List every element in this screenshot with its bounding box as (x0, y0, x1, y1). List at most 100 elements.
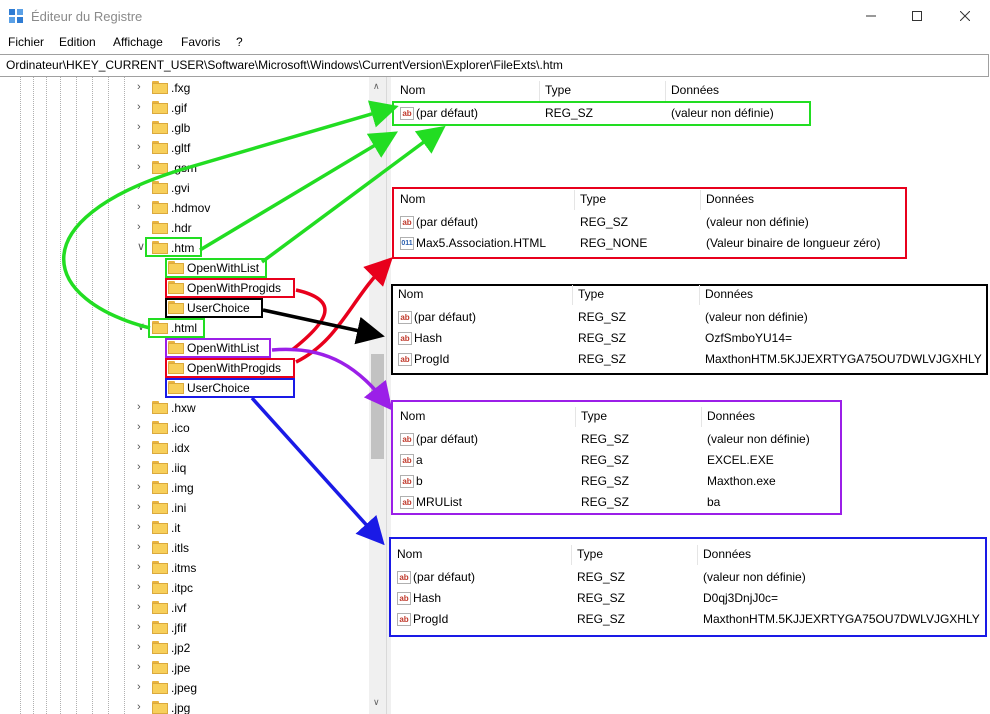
column-header-type[interactable]: Type (581, 409, 607, 423)
value-type[interactable]: REG_SZ (578, 331, 626, 345)
tree-key[interactable]: › .glb (0, 118, 369, 138)
column-header-type[interactable]: Type (545, 83, 571, 97)
column-header-data[interactable]: Données (705, 287, 753, 301)
chevron-right-icon[interactable]: › (137, 521, 147, 533)
tree-key[interactable]: › .itls (0, 538, 369, 558)
chevron-right-icon[interactable]: › (137, 221, 147, 233)
scroll-thumb[interactable] (371, 354, 384, 459)
tree-key[interactable]: › .hdr (0, 218, 369, 238)
chevron-right-icon[interactable]: › (137, 681, 147, 693)
value-name[interactable]: ProgId (414, 352, 449, 366)
chevron-right-icon[interactable]: › (137, 181, 147, 193)
tree-key[interactable]: › .idx (0, 438, 369, 458)
chevron-right-icon[interactable]: › (137, 701, 147, 713)
tree-key[interactable]: › .jpeg (0, 678, 369, 698)
value-data[interactable]: (valeur non définie) (706, 215, 809, 229)
tree-key[interactable]: › .gltf (0, 138, 369, 158)
tree-key[interactable]: › .img (0, 478, 369, 498)
tree-key[interactable]: › .hdmov (0, 198, 369, 218)
chevron-right-icon[interactable]: › (137, 461, 147, 473)
value-name[interactable]: Hash (413, 591, 441, 605)
column-separator[interactable] (700, 190, 701, 210)
column-header-data[interactable]: Données (707, 409, 755, 423)
tree-key[interactable]: › .gvi (0, 178, 369, 198)
tree-key[interactable]: › .it (0, 518, 369, 538)
tree-key[interactable]: › .ivf (0, 598, 369, 618)
value-data[interactable]: (valeur non définie) (703, 570, 806, 584)
chevron-right-icon[interactable]: › (137, 661, 147, 673)
column-header-name[interactable]: Nom (400, 409, 425, 423)
chevron-right-icon[interactable]: › (137, 581, 147, 593)
value-name[interactable]: b (416, 474, 423, 488)
value-data[interactable]: (valeur non définie) (705, 310, 808, 324)
maximize-button[interactable] (894, 0, 940, 32)
tree-key[interactable]: › .jfif (0, 618, 369, 638)
tree-key[interactable]: › .fxg (0, 78, 369, 98)
value-data[interactable]: MaxthonHTM.5KJJEXRTYGA75OU7DWLVJGXHLY (705, 352, 982, 366)
tree-key[interactable]: › .gsm (0, 158, 369, 178)
tree-key[interactable]: › .itms (0, 558, 369, 578)
chevron-right-icon[interactable]: › (137, 501, 147, 513)
column-header-type[interactable]: Type (578, 287, 604, 301)
value-type[interactable]: REG_SZ (577, 570, 625, 584)
value-type[interactable]: REG_SZ (581, 432, 629, 446)
value-name[interactable]: (par défaut) (414, 310, 476, 324)
tree-key[interactable]: › .hxw (0, 398, 369, 418)
value-name[interactable]: ProgId (413, 612, 448, 626)
value-name[interactable]: Hash (414, 331, 442, 345)
value-name[interactable]: a (416, 453, 423, 467)
menu-affichage[interactable]: Affichage (113, 35, 163, 49)
chevron-down-icon[interactable]: ∨ (137, 321, 147, 333)
scroll-up-icon[interactable]: ∧ (373, 81, 380, 92)
value-data[interactable]: EXCEL.EXE (707, 453, 774, 467)
value-data[interactable]: ba (707, 495, 720, 509)
chevron-right-icon[interactable]: › (137, 101, 147, 113)
column-separator[interactable] (575, 407, 576, 427)
tree-key[interactable]: › .itpc (0, 578, 369, 598)
value-type[interactable]: REG_SZ (578, 310, 626, 324)
tree-key[interactable]: › .jp2 (0, 638, 369, 658)
value-name[interactable]: (par défaut) (413, 570, 475, 584)
tree-key[interactable]: › .ini (0, 498, 369, 518)
value-data[interactable]: Maxthon.exe (707, 474, 776, 488)
menu-edition[interactable]: Edition (59, 35, 96, 49)
close-button[interactable] (942, 0, 988, 32)
column-header-name[interactable]: Nom (400, 83, 425, 97)
chevron-right-icon[interactable]: › (137, 421, 147, 433)
menu-fichier[interactable]: Fichier (8, 35, 44, 49)
chevron-right-icon[interactable]: › (137, 481, 147, 493)
chevron-right-icon[interactable]: › (137, 81, 147, 93)
column-header-type[interactable]: Type (577, 547, 603, 561)
value-data[interactable]: (Valeur binaire de longueur zéro) (706, 236, 881, 250)
chevron-right-icon[interactable]: › (137, 621, 147, 633)
tree-key[interactable]: › .iiq (0, 458, 369, 478)
value-type[interactable]: REG_NONE (580, 236, 647, 250)
chevron-right-icon[interactable]: › (137, 541, 147, 553)
chevron-right-icon[interactable]: › (137, 161, 147, 173)
scroll-down-icon[interactable]: ∨ (373, 697, 380, 708)
minimize-button[interactable] (848, 0, 894, 32)
menu-favoris[interactable]: Favoris (181, 35, 220, 49)
tree-key[interactable]: › .jpg (0, 698, 369, 714)
value-type[interactable]: REG_SZ (581, 474, 629, 488)
address-path[interactable]: Ordinateur\HKEY_CURRENT_USER\Software\Mi… (6, 58, 563, 72)
column-header-name[interactable]: Nom (397, 547, 422, 561)
value-data[interactable]: (valeur non définie) (707, 432, 810, 446)
column-separator[interactable] (572, 285, 573, 305)
column-header-name[interactable]: Nom (398, 287, 423, 301)
column-header-data[interactable]: Données (706, 192, 754, 206)
value-data[interactable]: MaxthonHTM.5KJJEXRTYGA75OU7DWLVJGXHLY (703, 612, 980, 626)
column-separator[interactable] (571, 545, 572, 565)
tree-scrollbar[interactable]: ∧ ∨ (369, 77, 386, 714)
tree-key[interactable]: › .jpe (0, 658, 369, 678)
value-name[interactable]: (par défaut) (416, 215, 478, 229)
tree-key[interactable]: › .ico (0, 418, 369, 438)
address-bar[interactable]: Ordinateur\HKEY_CURRENT_USER\Software\Mi… (0, 54, 989, 77)
value-name[interactable]: (par défaut) (416, 432, 478, 446)
chevron-right-icon[interactable]: › (137, 121, 147, 133)
chevron-right-icon[interactable]: › (137, 641, 147, 653)
column-separator[interactable] (574, 190, 575, 210)
value-type[interactable]: REG_SZ (577, 612, 625, 626)
chevron-right-icon[interactable]: › (137, 141, 147, 153)
column-header-data[interactable]: Données (703, 547, 751, 561)
